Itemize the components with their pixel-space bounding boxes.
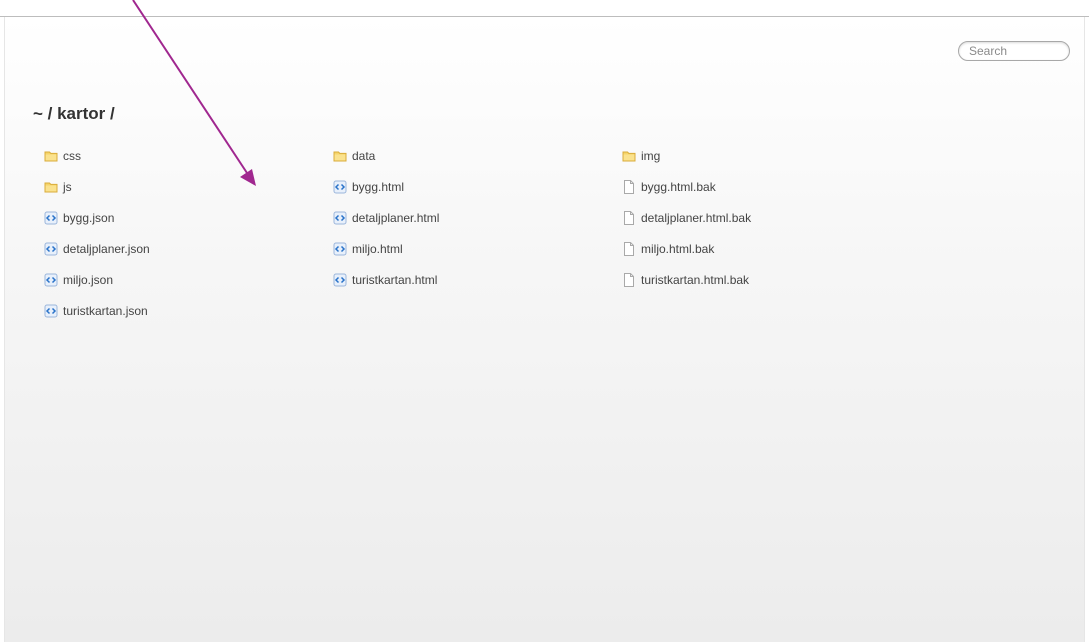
code-file-icon <box>44 242 58 256</box>
code-file-icon <box>333 180 347 194</box>
file-name: js <box>63 180 72 194</box>
breadcrumb: ~ / kartor / <box>33 104 115 123</box>
code-file-icon <box>44 211 58 225</box>
file-item[interactable]: miljo.html <box>333 239 622 259</box>
file-name: bygg.html <box>352 180 405 194</box>
file-icon <box>622 180 636 194</box>
code-file-icon <box>333 211 347 225</box>
file-item[interactable]: detaljplaner.html.bak <box>622 208 911 228</box>
file-name: detaljplaner.html <box>352 211 440 225</box>
file-icon <box>622 211 636 225</box>
file-item[interactable]: bygg.html.bak <box>622 177 911 197</box>
folder-icon <box>44 180 58 194</box>
file-icon <box>622 273 636 287</box>
file-item[interactable]: turistkartan.json <box>44 301 333 321</box>
file-icon <box>622 242 636 256</box>
code-file-icon <box>44 273 58 287</box>
file-name: data <box>352 149 376 163</box>
folder-item[interactable]: data <box>333 146 622 166</box>
folder-item[interactable]: img <box>622 146 911 166</box>
file-item[interactable]: detaljplaner.json <box>44 239 333 259</box>
code-file-icon <box>44 304 58 318</box>
file-name: turistkartan.html.bak <box>641 273 750 287</box>
file-name: turistkartan.json <box>63 304 148 318</box>
folder-icon <box>44 149 58 163</box>
file-name: bygg.json <box>63 211 115 225</box>
file-name: detaljplaner.json <box>63 242 150 256</box>
folder-item[interactable]: js <box>44 177 333 197</box>
folder-icon <box>622 149 636 163</box>
folder-item[interactable]: css <box>44 146 333 166</box>
file-item[interactable]: miljo.json <box>44 270 333 290</box>
file-name: miljo.html.bak <box>641 242 715 256</box>
file-name: miljo.json <box>63 273 114 287</box>
file-item[interactable]: miljo.html.bak <box>622 239 911 259</box>
file-name: bygg.html.bak <box>641 180 716 194</box>
file-item[interactable]: turistkartan.html <box>333 270 622 290</box>
folder-icon <box>333 149 347 163</box>
file-item[interactable]: bygg.json <box>44 208 333 228</box>
file-name: detaljplaner.html.bak <box>641 211 752 225</box>
file-name: img <box>641 149 661 163</box>
file-list: css data img js bygg.html bygg.html.bak bygg.j… <box>44 146 914 332</box>
search-input[interactable] <box>958 41 1070 61</box>
code-file-icon <box>333 273 347 287</box>
file-name: miljo.html <box>352 242 403 256</box>
file-name: turistkartan.html <box>352 273 438 287</box>
file-item[interactable]: bygg.html <box>333 177 622 197</box>
file-name: css <box>63 149 81 163</box>
file-item[interactable]: detaljplaner.html <box>333 208 622 228</box>
file-item[interactable]: turistkartan.html.bak <box>622 270 911 290</box>
code-file-icon <box>333 242 347 256</box>
